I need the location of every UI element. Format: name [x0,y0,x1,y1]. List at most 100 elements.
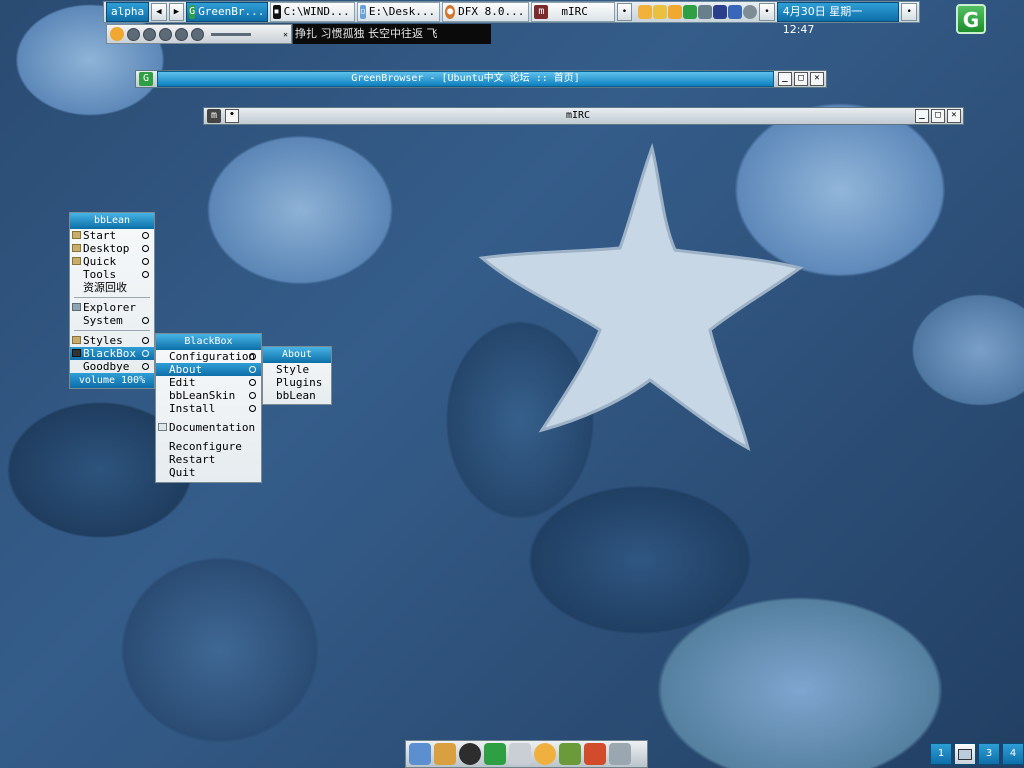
desktop-1-button[interactable]: 1 [930,743,952,765]
submenu-icon [249,392,256,399]
task-mirc[interactable]: m mIRC [531,2,615,22]
menu-item-goodbye[interactable]: Goodbye [70,360,154,373]
menu-item-plugins[interactable]: Plugins [263,376,331,389]
tray-toggle-button[interactable]: • [616,3,633,21]
menu-item-quick[interactable]: Quick [70,255,154,268]
greenbrowser-tray-icon[interactable] [683,5,698,19]
menu-item-quit[interactable]: Quit [156,466,261,479]
menu-item-blackbox[interactable]: BlackBox [70,347,154,360]
menu-item-recycle-bin[interactable]: 资源回收 [70,281,154,294]
submenu-icon [249,379,256,386]
greenbrowser-window[interactable]: G GreenBrowser - [Ubuntu中文 论坛 :: 首页] _ □… [135,70,827,88]
clock-icon[interactable] [743,5,758,19]
desktop-3-button[interactable]: 3 [978,743,1000,765]
menu-item-configuration[interactable]: Configuration [156,350,261,363]
minimize-button[interactable]: _ [915,109,929,123]
volume-slider[interactable] [211,32,251,36]
desktop-2-button[interactable] [954,743,976,765]
menu-item-desktop[interactable]: Desktop [70,242,154,255]
previous-icon[interactable] [127,27,140,41]
editor-icon[interactable] [509,743,531,765]
task-cmd[interactable]: ▪ C:\WIND... [269,2,355,22]
workspace-label[interactable]: alpha [106,2,150,22]
folder-icon [72,257,81,265]
task-dfx[interactable]: ● DFX 8.0... [442,2,530,22]
greenbrowser-icon[interactable]: G [139,72,153,86]
menu-item-system[interactable]: System [70,314,154,327]
folder-icon [72,231,81,239]
submenu-icon [249,366,256,373]
play-icon[interactable] [143,27,156,41]
workspace-next-button[interactable]: ▶ [168,3,185,21]
shield-icon[interactable] [584,743,606,765]
menu-item-documentation[interactable]: Documentation [156,421,261,434]
player-logo-icon [110,27,124,41]
menu-item-restart[interactable]: Restart [156,453,261,466]
submenu-icon [142,363,149,370]
close-icon[interactable]: ✕ [283,30,288,39]
qq-icon[interactable] [668,5,683,19]
mail-icon[interactable] [434,743,456,765]
mirc-icon: m [534,5,549,19]
qq-icon[interactable] [459,743,481,765]
menu-item-about[interactable]: About [156,363,261,376]
toolbar-end-button[interactable]: • [901,3,917,21]
desktop-4-button[interactable]: 4 [1002,743,1024,765]
submenu-icon [142,271,149,278]
menu-item-bblean[interactable]: bbLean [263,389,331,402]
greenbrowser-desktop-icon[interactable]: G [956,4,986,34]
window-title: mIRC [565,110,591,121]
menu-item-style[interactable]: Style [263,363,331,376]
clock[interactable]: 4月30日 星期一 12:47 [776,2,900,36]
tray-more-button[interactable]: • [759,3,775,21]
folder-icon [72,244,81,252]
next-icon[interactable] [191,27,204,41]
bottom-dock [405,740,648,768]
submenu-icon [142,317,149,324]
menu-item-reconfigure[interactable]: Reconfigure [156,440,261,453]
explorer-icon [72,303,81,311]
close-button[interactable]: ✕ [810,72,824,86]
stop-icon[interactable] [175,27,188,41]
lyrics-display: 挣扎 习惯孤独 长空中往返 飞 [293,24,491,44]
menu-item-start[interactable]: Start [70,229,154,242]
pause-icon[interactable] [159,27,172,41]
media-icon[interactable] [713,5,728,19]
bblean-menu: bbLean Start Desktop Quick Tools 资源回收 Ex… [69,212,155,389]
mirc-icon[interactable]: m [207,109,221,123]
qq-icon[interactable] [638,5,653,19]
tools-icon[interactable] [559,743,581,765]
workspace-prev-button[interactable]: ◀ [151,3,167,21]
menu-item-tools[interactable]: Tools [70,268,154,281]
mirc-window[interactable]: m • mIRC _ □ ✕ [203,107,964,125]
greenbrowser-icon[interactable] [484,743,506,765]
qq-icon[interactable] [653,5,668,19]
task-explorer[interactable]: ▫ E:\Desk... [356,2,441,22]
menu-item-bbleanskin[interactable]: bbLeanSkin [156,389,261,402]
task-greenbrowser[interactable]: G GreenBr... [186,2,268,22]
task-label: mIRC [561,5,588,18]
submenu-icon [142,232,149,239]
menu-separator [74,330,150,331]
menu-item-edit[interactable]: Edit [156,376,261,389]
maximize-button[interactable]: □ [931,109,945,123]
menu-item-explorer[interactable]: Explorer [70,301,154,314]
volume-icon[interactable] [698,5,713,19]
menu-item-styles[interactable]: Styles [70,334,154,347]
volume-indicator[interactable]: volume 100% [70,373,154,388]
computer-icon[interactable] [409,743,431,765]
wallpaper-starfish [478,142,804,451]
window-title: GreenBrowser - [Ubuntu中文 论坛 :: 首页] [157,71,774,87]
cursor-icon[interactable] [609,743,631,765]
task-label: E:\Desk... [368,5,436,18]
about-menu: About Style Plugins bbLean [262,346,332,405]
top-toolbar: alpha ◀ ▶ G GreenBr... ▪ C:\WIND... ▫ E:… [103,1,920,36]
qq-icon[interactable] [534,743,556,765]
monitor-icon [958,749,972,760]
menu-item-install[interactable]: Install [156,402,261,415]
window-menu-button[interactable]: • [225,109,239,123]
close-button[interactable]: ✕ [947,109,961,123]
maximize-button[interactable]: □ [794,72,808,86]
minimize-button[interactable]: _ [778,72,792,86]
network-icon[interactable] [728,5,743,19]
